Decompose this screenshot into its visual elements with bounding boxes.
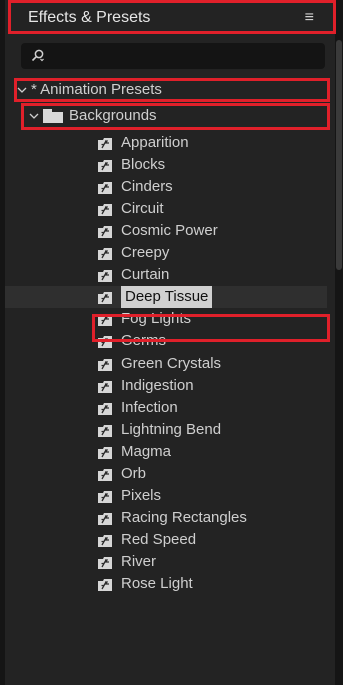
tree-item-label: Magma <box>121 443 172 460</box>
tree-item-preset[interactable]: Germs <box>97 330 166 352</box>
tree-item-label: Fog Lights <box>121 310 192 327</box>
tree-item-preset[interactable]: Rose Light <box>97 573 193 595</box>
tree-item-preset[interactable]: Infection <box>97 397 178 419</box>
folder-icon <box>43 109 63 123</box>
tree-item-label: Green Crystals <box>121 355 222 372</box>
animation-preset-icon <box>98 138 112 150</box>
tree-item-preset[interactable]: Racing Rectangles <box>97 507 247 529</box>
tree-item-label: Red Speed <box>121 531 197 548</box>
animation-preset-icon <box>98 248 112 260</box>
tree-item-label: River <box>121 553 157 570</box>
animation-preset-icon <box>98 182 112 194</box>
animation-preset-icon <box>98 381 112 393</box>
scrollbar-track[interactable] <box>335 0 343 685</box>
tree-item-backgrounds[interactable]: Backgrounds <box>29 105 157 127</box>
panel-title: Effects & Presets <box>28 9 151 26</box>
tree-item-label: Apparition <box>121 134 189 151</box>
tree-item-preset[interactable]: Creepy <box>97 242 169 264</box>
tree-item-preset[interactable]: Red Speed <box>97 529 196 551</box>
animation-preset-icon <box>98 160 112 172</box>
tree-item-animation-presets[interactable]: * Animation Presets <box>17 79 162 101</box>
search-icon <box>31 49 44 62</box>
tree-item-preset[interactable]: River <box>97 551 156 573</box>
animation-preset-icon <box>98 447 112 459</box>
tree-item-label: Lightning Bend <box>121 421 222 438</box>
tree-item-preset[interactable]: Fog Lights <box>97 308 191 330</box>
tree-item-label: Cosmic Power <box>121 222 218 239</box>
search-input[interactable] <box>21 43 325 69</box>
tree-item-label: Deep Tissue <box>121 286 213 308</box>
animation-preset-icon <box>98 425 112 437</box>
animation-preset-icon <box>98 403 112 415</box>
tree-item-label: Orb <box>121 465 147 482</box>
animation-preset-icon <box>98 491 112 503</box>
chevron-down-icon[interactable] <box>29 111 39 121</box>
tree-item-label: Rose Light <box>121 575 193 592</box>
chevron-down-icon[interactable] <box>17 85 27 95</box>
tree-item-label: * Animation Presets <box>31 81 162 98</box>
tree-item-preset[interactable]: Blocks <box>97 154 165 176</box>
tree-item-preset[interactable]: Lightning Bend <box>97 419 221 441</box>
animation-preset-icon <box>98 226 112 238</box>
animation-preset-icon <box>98 513 112 525</box>
animation-preset-icon <box>98 270 112 282</box>
animation-preset-icon <box>98 292 112 304</box>
animation-preset-icon <box>98 579 112 591</box>
tree-item-preset[interactable]: Magma <box>97 441 171 463</box>
animation-preset-icon <box>98 469 112 481</box>
tree-item-label: Pixels <box>121 487 162 504</box>
tree-item-preset[interactable]: Apparition <box>97 132 189 154</box>
hamburger-menu-icon[interactable]: ≡ <box>305 9 314 27</box>
tree-item-preset[interactable]: Cinders <box>97 176 173 198</box>
tree-item-label: Racing Rectangles <box>121 509 247 526</box>
tree-item-preset[interactable]: Pixels <box>97 485 161 507</box>
animation-preset-icon <box>98 204 112 216</box>
tree-item-preset[interactable]: Deep Tissue <box>97 286 213 308</box>
tree-item-label: Infection <box>121 399 178 416</box>
tree-item-preset[interactable]: Indigestion <box>97 375 194 397</box>
panel-header: Effects & Presets ≡ <box>16 4 326 32</box>
animation-preset-icon <box>98 557 112 569</box>
tree-item-label: Circuit <box>121 200 164 217</box>
tree-item-label: Cinders <box>121 178 173 195</box>
tree-item-preset[interactable]: Cosmic Power <box>97 220 218 242</box>
tree-item-label: Germs <box>121 332 166 349</box>
tree-item-preset[interactable]: Circuit <box>97 198 164 220</box>
tree-item-label: Indigestion <box>121 377 194 394</box>
tree-item-label: Backgrounds <box>69 107 157 124</box>
effects-presets-panel: Effects & Presets ≡ * Animation Presets … <box>0 0 343 685</box>
tree-item-label: Creepy <box>121 244 170 261</box>
panel-left-border <box>0 0 5 685</box>
animation-preset-icon <box>98 336 112 348</box>
animation-preset-icon <box>98 535 112 547</box>
tree-item-preset[interactable]: Curtain <box>97 264 169 286</box>
scrollbar-thumb[interactable] <box>336 40 342 270</box>
tree-item-preset[interactable]: Green Crystals <box>97 353 221 375</box>
tree-item-label: Curtain <box>121 266 170 283</box>
tree-item-label: Blocks <box>121 156 166 173</box>
animation-preset-icon <box>98 314 112 326</box>
tree-item-preset[interactable]: Orb <box>97 463 146 485</box>
animation-preset-icon <box>98 359 112 371</box>
